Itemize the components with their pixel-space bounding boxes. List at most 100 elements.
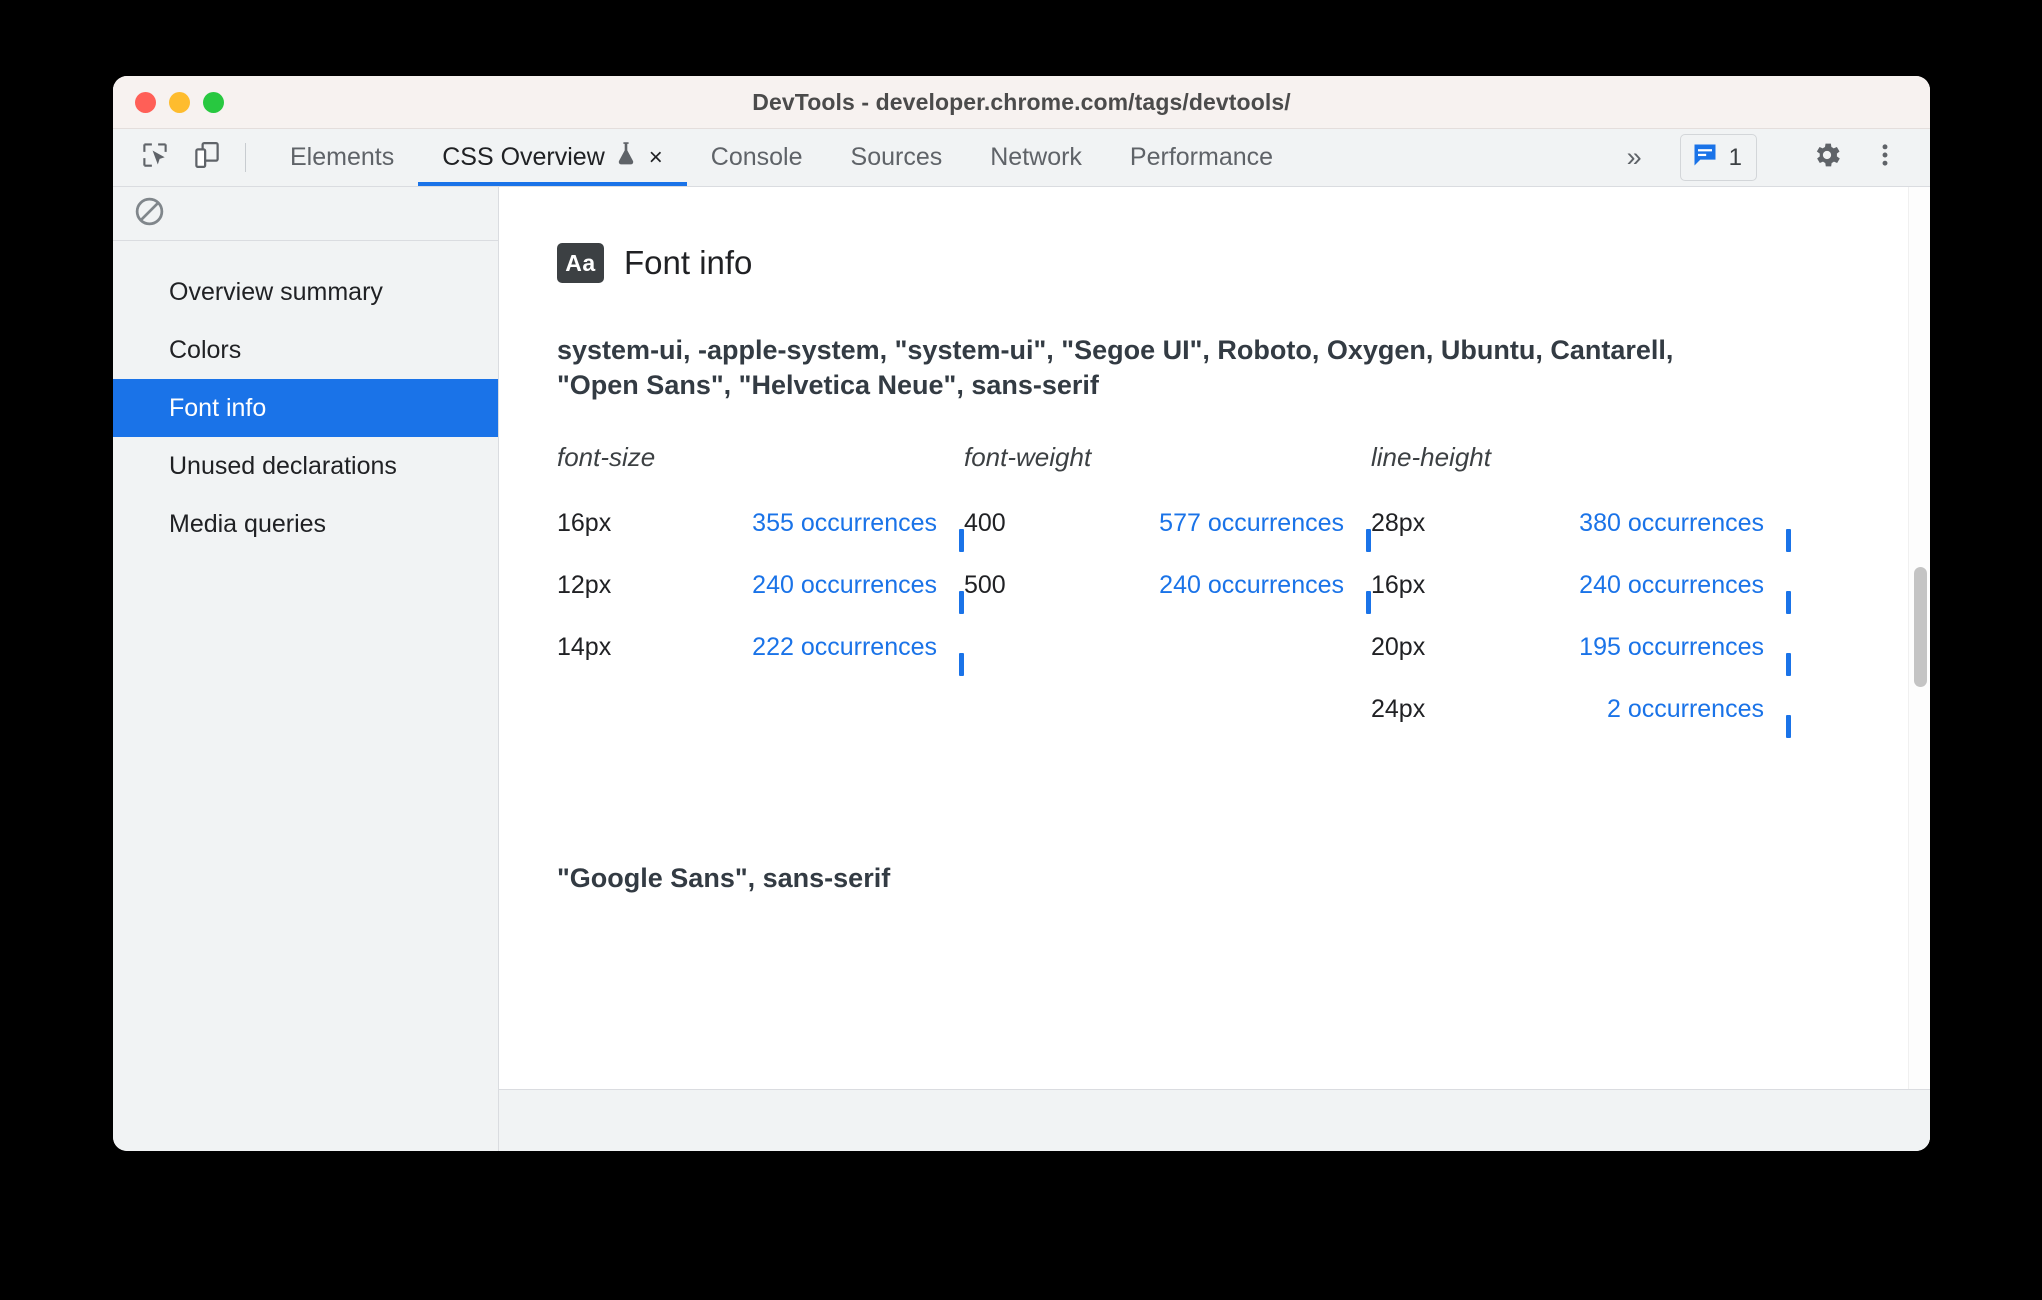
metric-column-font-size: font-size 16px 355 occurrences 12px 240 …: [557, 442, 964, 757]
sidebar-item-label: Media queries: [169, 509, 327, 538]
css-overview-main: Aa Font info system-ui, -apple-system, "…: [499, 187, 1930, 1151]
metric-column-line-height: line-height 28px 380 occurrences 16px 24…: [1371, 442, 1791, 757]
inspect-element-button[interactable]: [129, 129, 181, 186]
column-header: font-size: [557, 442, 656, 473]
sidebar-items: Overview summary Colors Font info Unused…: [113, 241, 498, 553]
metric-occurrences-link[interactable]: 240 occurrences: [653, 571, 937, 600]
tab-label: Performance: [1129, 143, 1274, 171]
panel-footer: [499, 1089, 1930, 1151]
flask-icon: [615, 141, 637, 174]
metric-key: 400: [964, 509, 1006, 538]
sidebar-item-label: Overview summary: [169, 277, 383, 306]
tab-label: Sources: [850, 143, 943, 171]
metric-key: 12px: [557, 571, 612, 600]
kebab-menu-icon: [1871, 140, 1899, 175]
metric-row-spacer: [964, 633, 1371, 695]
metric-key: 24px: [1371, 695, 1426, 724]
metric-key: 500: [964, 571, 1006, 600]
font-family-stack: system-ui, -apple-system, "system-ui", "…: [557, 335, 1674, 400]
maximize-window-button[interactable]: [203, 91, 224, 113]
metric-key: 20px: [1371, 633, 1426, 662]
tab-css-overview[interactable]: CSS Overview ×: [418, 129, 687, 186]
device-toolbar-button[interactable]: [181, 129, 233, 186]
metric-key: 14px: [557, 633, 612, 662]
sidebar-item-media-queries[interactable]: Media queries: [113, 495, 498, 553]
metric-occurrences-link[interactable]: 577 occurrences: [1060, 509, 1344, 538]
metric-key: 28px: [1371, 509, 1426, 538]
minimize-window-button[interactable]: [169, 91, 190, 113]
scrollbar-thumb[interactable]: [1914, 567, 1927, 687]
metric-occurrences-link[interactable]: 222 occurrences: [653, 633, 937, 662]
sidebar-item-colors[interactable]: Colors: [113, 321, 498, 379]
inspect-element-icon: [140, 140, 170, 175]
css-overview-sidebar: Overview summary Colors Font info Unused…: [113, 187, 499, 1151]
tab-elements[interactable]: Elements: [266, 129, 418, 186]
devtools-body: Overview summary Colors Font info Unused…: [113, 187, 1930, 1151]
main-menu-button[interactable]: [1858, 131, 1912, 185]
close-window-button[interactable]: [135, 91, 156, 113]
tab-label: Console: [710, 143, 803, 171]
issues-count: 1: [1728, 143, 1742, 171]
gear-icon: [1811, 139, 1843, 176]
sidebar-item-label: Unused declarations: [169, 451, 397, 480]
metric-occurrences-link[interactable]: 355 occurrences: [653, 509, 937, 538]
sidebar-item-font-info[interactable]: Font info: [113, 379, 498, 437]
metric-column-font-weight: font-weight 400 577 occurrences 500 240 …: [964, 442, 1371, 757]
metric-bar-icon: [1786, 528, 1791, 552]
screen: DevTools - developer.chrome.com/tags/dev…: [0, 0, 2042, 1300]
window-titlebar: DevTools - developer.chrome.com/tags/dev…: [113, 76, 1930, 129]
column-header: line-height: [1371, 442, 1491, 473]
issues-button[interactable]: 1: [1679, 134, 1757, 181]
metric-row: 14px 222 occurrences: [557, 633, 964, 695]
window-title: DevTools - developer.chrome.com/tags/dev…: [752, 88, 1291, 115]
font-info-content: Aa Font info system-ui, -apple-system, "…: [499, 187, 1930, 1089]
metric-row: 24px 2 occurrences: [1371, 695, 1791, 757]
metric-key: 16px: [557, 509, 612, 538]
metric-key: 16px: [1371, 571, 1426, 600]
window-controls: [135, 91, 224, 113]
sidebar-item-label: Colors: [169, 335, 242, 364]
tab-performance[interactable]: Performance: [1106, 129, 1297, 186]
panel-header: Aa Font info: [557, 243, 1930, 283]
clear-overview-button[interactable]: [133, 195, 166, 233]
tab-close-button[interactable]: ×: [649, 145, 663, 170]
sidebar-item-label: Font info: [169, 393, 267, 422]
metric-occurrences-link[interactable]: 380 occurrences: [1467, 509, 1764, 538]
devtools-window: DevTools - developer.chrome.com/tags/dev…: [113, 76, 1930, 1151]
sidebar-toolbar: [113, 187, 498, 241]
page-title: Font info: [624, 244, 753, 281]
metric-bar-icon: [1786, 652, 1791, 676]
metric-row-spacer: [557, 695, 964, 757]
metric-occurrences-link[interactable]: 195 occurrences: [1467, 633, 1764, 662]
font-family-stack-secondary: "Google Sans", sans-serif: [557, 863, 891, 894]
metric-occurrences-link[interactable]: 2 occurrences: [1467, 695, 1764, 724]
tab-sources[interactable]: Sources: [827, 129, 967, 186]
metric-row: 16px 355 occurrences: [557, 509, 964, 571]
tab-network[interactable]: Network: [966, 129, 1106, 186]
metric-row: 20px 195 occurrences: [1371, 633, 1791, 695]
metric-bar-icon: [1786, 590, 1791, 614]
metric-row-spacer: [964, 695, 1371, 757]
sidebar-item-unused-declarations[interactable]: Unused declarations: [113, 437, 498, 495]
more-tabs-button[interactable]: »: [1603, 144, 1666, 171]
metric-row: 28px 380 occurrences: [1371, 509, 1791, 571]
tab-label: CSS Overview: [442, 143, 605, 171]
tabbar-actions: » 1: [1603, 129, 1930, 186]
metric-row: 16px 240 occurrences: [1371, 571, 1791, 633]
content-scrollbar[interactable]: [1908, 187, 1930, 1089]
metric-occurrences-link[interactable]: 240 occurrences: [1467, 571, 1764, 600]
issues-message-icon: [1691, 141, 1719, 174]
panel-tabs: Elements CSS Overview × Console Sources: [266, 129, 1297, 186]
tab-console[interactable]: Console: [687, 129, 827, 186]
metric-occurrences-link[interactable]: 240 occurrences: [1060, 571, 1344, 600]
metric-row: 12px 240 occurrences: [557, 571, 964, 633]
sidebar-item-overview-summary[interactable]: Overview summary: [113, 263, 498, 321]
clear-icon: [133, 195, 166, 233]
devtools-tabbar: Elements CSS Overview × Console Sources: [113, 129, 1930, 187]
metric-row: 400 577 occurrences: [964, 509, 1371, 571]
settings-button[interactable]: [1800, 131, 1854, 185]
tab-label: Network: [990, 143, 1082, 171]
tab-label: Elements: [290, 143, 395, 171]
font-metrics-grid: font-size 16px 355 occurrences 12px 240 …: [557, 442, 1930, 757]
device-toolbar-icon: [192, 140, 222, 175]
